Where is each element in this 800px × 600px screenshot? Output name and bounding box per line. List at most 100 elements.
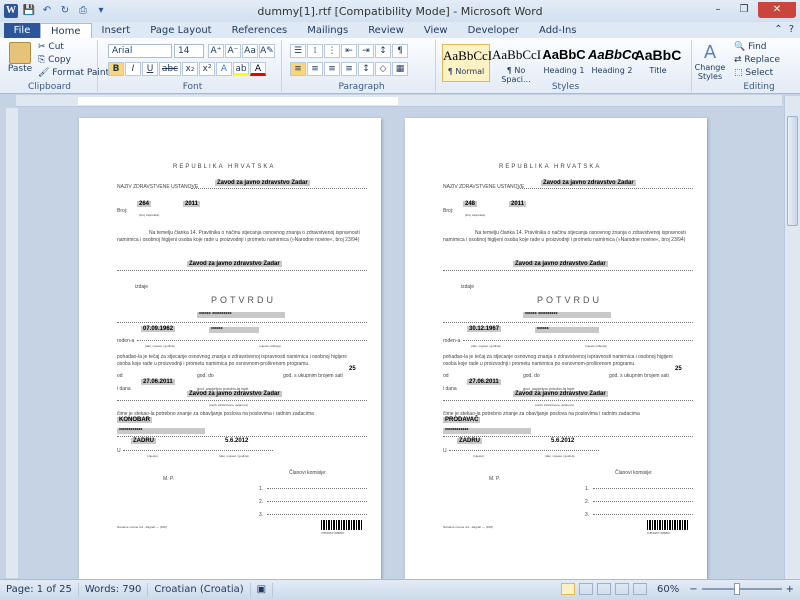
- find-button[interactable]: 🔍 Find: [734, 42, 767, 52]
- tab-mailings[interactable]: Mailings: [297, 23, 358, 38]
- course-text-1: pohađao-la je tečaj za stjecanje osnovno…: [443, 354, 673, 360]
- paragraph-group: ☰ ⁞ ⋮ ⇤ ⇥ ↕ ¶ ≡ ≡ ≡ ≡ ↕ ◇ ▦ Paragraph: [288, 40, 436, 92]
- redo-icon[interactable]: ↻: [58, 4, 72, 18]
- tab-insert[interactable]: Insert: [92, 23, 141, 38]
- clear-formatting-button[interactable]: A✎: [259, 44, 275, 58]
- language-indicator[interactable]: Croatian (Croatia): [148, 583, 251, 597]
- document-page-2[interactable]: REPUBLIKA HRVATSKA NAZIV ZDRAVSTVENE UST…: [405, 118, 707, 579]
- style-normal[interactable]: AaBbCcI ¶ Normal: [442, 44, 492, 82]
- customize-qat-icon[interactable]: ▾: [94, 4, 108, 18]
- select-button[interactable]: ⬚ Select: [734, 68, 773, 78]
- font-size-select[interactable]: 14: [174, 44, 204, 58]
- web-layout-view-icon[interactable]: [596, 583, 611, 595]
- tab-developer[interactable]: Developer: [458, 23, 529, 38]
- macro-icon[interactable]: ▣: [251, 583, 274, 597]
- full-screen-view-icon[interactable]: [578, 583, 593, 595]
- decrease-indent-button[interactable]: ⇤: [341, 44, 357, 58]
- change-styles-button[interactable]: A Change Styles: [694, 42, 726, 81]
- vertical-ruler[interactable]: [6, 108, 18, 578]
- increase-indent-button[interactable]: ⇥: [358, 44, 374, 58]
- outline-view-icon[interactable]: [614, 583, 629, 595]
- center-button[interactable]: ≡: [307, 62, 323, 76]
- help-icon[interactable]: ?: [789, 24, 794, 35]
- text-effects-button[interactable]: A: [216, 62, 232, 76]
- font-color-button[interactable]: A: [250, 62, 266, 76]
- line-spacing-button[interactable]: ↕: [358, 62, 374, 76]
- style-heading-2[interactable]: AaBbCc Heading 2: [588, 44, 639, 82]
- ruler-text-area: [78, 97, 398, 105]
- tab-file[interactable]: File: [4, 23, 40, 38]
- replace-button[interactable]: ⇄ Replace: [734, 55, 780, 65]
- horizontal-ruler[interactable]: [16, 95, 782, 107]
- superscript-button[interactable]: x²: [199, 62, 215, 76]
- tab-page-layout[interactable]: Page Layout: [140, 23, 221, 38]
- issuer-name: Zavod za javno zdravstvo Zadar: [513, 261, 608, 267]
- underline-button[interactable]: U: [142, 62, 158, 76]
- dotted-line: [267, 488, 367, 489]
- strikethrough-button[interactable]: abc: [159, 62, 181, 76]
- grow-font-button[interactable]: A⁺: [208, 44, 224, 58]
- draft-view-icon[interactable]: [632, 583, 647, 595]
- undo-icon[interactable]: ↶: [40, 4, 54, 18]
- word-count[interactable]: Words: 790: [79, 583, 149, 597]
- tab-review[interactable]: Review: [358, 23, 414, 38]
- job-title: KONOBAR: [117, 417, 152, 423]
- align-left-button[interactable]: ≡: [290, 62, 306, 76]
- vertical-scrollbar[interactable]: [784, 96, 800, 579]
- document-page-1[interactable]: REPUBLIKA HRVATSKA NAZIV ZDRAVSTVENE UST…: [79, 118, 381, 579]
- style-no-spacing[interactable]: AaBbCcI ¶ No Spaci...: [492, 44, 541, 84]
- date-of-birth: 30.12.1967: [467, 326, 502, 332]
- page-count[interactable]: Page: 1 of 25: [0, 583, 79, 597]
- window-title: dummy[1].rtf [Compatibility Mode] - Micr…: [257, 5, 543, 18]
- align-right-button[interactable]: ≡: [324, 62, 340, 76]
- borders-button[interactable]: ▦: [392, 62, 408, 76]
- sort-button[interactable]: ↕: [375, 44, 391, 58]
- od-label: od: [443, 373, 449, 379]
- tab-home[interactable]: Home: [40, 23, 92, 38]
- shading-button[interactable]: ◇: [375, 62, 391, 76]
- commission-1: 1.: [585, 486, 590, 492]
- subscript-button[interactable]: x₂: [182, 62, 198, 76]
- tab-add-ins[interactable]: Add-Ins: [529, 23, 586, 38]
- numbering-button[interactable]: ⁞: [307, 44, 323, 58]
- scroll-thumb[interactable]: [787, 116, 798, 226]
- job-title-2: ************: [117, 428, 205, 434]
- style-name: Heading 1: [543, 66, 585, 75]
- font-name-select[interactable]: Arial: [108, 44, 172, 58]
- bullets-button[interactable]: ☰: [290, 44, 306, 58]
- word-logo-icon[interactable]: W: [4, 4, 18, 18]
- show-marks-button[interactable]: ¶: [392, 44, 408, 58]
- shrink-font-button[interactable]: A⁻: [225, 44, 241, 58]
- print-icon[interactable]: ⎙: [76, 4, 90, 18]
- paste-button[interactable]: Paste: [6, 42, 34, 74]
- zoom-level[interactable]: 60%: [657, 584, 679, 595]
- multilevel-list-button[interactable]: ⋮: [324, 44, 340, 58]
- cut-button[interactable]: ✂ Cut: [38, 42, 64, 52]
- od-label: od: [117, 373, 123, 379]
- bold-button[interactable]: B: [108, 62, 124, 76]
- dotted-line: [117, 270, 367, 271]
- tab-view[interactable]: View: [414, 23, 458, 38]
- minimize-button[interactable]: –: [706, 2, 730, 18]
- change-case-button[interactable]: Aa: [242, 44, 258, 58]
- style-heading-1[interactable]: AaBbC Heading 1: [540, 44, 588, 82]
- zoom-slider-knob[interactable]: [733, 583, 740, 595]
- copy-button[interactable]: ⎘ Copy: [38, 55, 71, 65]
- zoom-out-button[interactable]: −: [689, 584, 697, 595]
- collapse-ribbon-icon[interactable]: ⌃: [774, 24, 782, 35]
- date-sub: (dan, mjesec i godina): [545, 454, 575, 458]
- commission-2: 2.: [585, 499, 590, 505]
- potvrdu-heading: POTVRDU: [537, 295, 603, 305]
- tab-references[interactable]: References: [222, 23, 298, 38]
- save-icon[interactable]: 💾: [22, 4, 36, 18]
- italic-button[interactable]: I: [125, 62, 141, 76]
- document-workspace[interactable]: REPUBLIKA HRVATSKA NAZIV ZDRAVSTVENE UST…: [20, 108, 783, 579]
- highlight-button[interactable]: ab: [233, 62, 249, 76]
- close-button[interactable]: ✕: [758, 2, 796, 18]
- justify-button[interactable]: ≡: [341, 62, 357, 76]
- print-layout-view-icon[interactable]: [560, 583, 575, 595]
- restore-button[interactable]: ❐: [732, 2, 756, 18]
- style-title[interactable]: AaBbC Title: [634, 44, 682, 82]
- zoom-slider[interactable]: [701, 583, 782, 595]
- zoom-in-button[interactable]: +: [786, 584, 794, 595]
